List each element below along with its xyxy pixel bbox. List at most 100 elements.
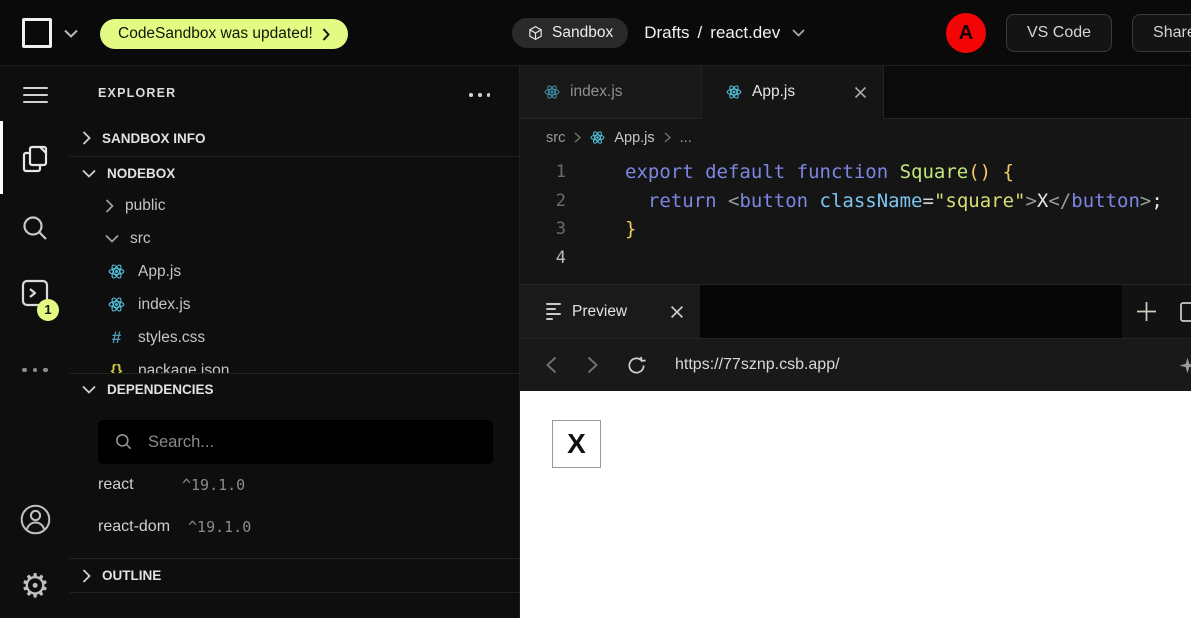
open-in-new-window-button[interactable] [1179,301,1191,323]
header-center: Sandbox Drafts / react.dev [512,0,805,66]
tree-item-package-json[interactable]: {} package.json [70,354,519,373]
explorer-more-actions-button[interactable] [467,86,493,100]
preview-actions [1122,285,1191,338]
square-game-button[interactable]: X [552,420,601,468]
section-sandbox-info[interactable]: SANDBOX INFO [70,120,519,156]
devtools-count-badge: 1 [37,299,59,321]
code-editor[interactable]: 1export default function Square() {2 ret… [520,156,1191,284]
share-button[interactable]: Share [1132,14,1191,52]
sandbox-badge[interactable]: Sandbox [512,18,628,48]
account-icon [19,503,52,536]
tree-item-app-js[interactable]: App.js [70,255,519,288]
react-icon [544,84,560,100]
cube-icon [527,24,544,42]
explorer-title: EXPLORER [98,86,176,100]
sparkle-icon[interactable] [1178,356,1191,380]
css-icon: # [108,328,125,348]
line-number: 2 [520,191,592,211]
section-nodebox[interactable]: NODEBOX [70,157,519,189]
json-icon: {} [108,362,125,373]
dependency-search-input[interactable] [146,432,477,453]
explorer-view-button[interactable] [0,124,70,194]
chevron-down-icon[interactable] [64,29,78,38]
react-icon [108,296,125,313]
hamburger-icon [23,82,48,108]
close-icon [670,305,684,319]
preview-viewport: X [520,391,1191,618]
code-line-text[interactable]: } [592,218,636,240]
section-dependencies[interactable]: DEPENDENCIES [70,374,519,404]
devtools-view-button[interactable]: 1 [0,262,70,328]
chevron-down-icon [105,234,119,243]
tree-clip: {} package.json [70,354,519,373]
forward-button[interactable] [587,356,598,374]
project-breadcrumb[interactable]: Drafts / react.dev [644,23,805,43]
breadcrumb-file[interactable]: App.js [614,130,654,146]
close-preview-button[interactable] [670,305,684,319]
preview-tab-bar: Preview [520,284,1191,338]
section-outline[interactable]: OUTLINE [70,559,519,592]
add-devtool-button[interactable] [1136,301,1157,322]
tab-label: index.js [570,83,623,101]
refresh-button[interactable] [626,355,647,376]
code-line[interactable]: 4 [520,244,1191,273]
tree-item-label: index.js [138,296,191,314]
react-icon [590,130,605,145]
section-label: DEPENDENCIES [107,382,214,397]
code-line-text[interactable]: export default function Square() { [592,161,1014,183]
section-label: NODEBOX [107,166,175,181]
main-menu-button[interactable] [0,66,70,124]
dependency-name: react [98,476,164,494]
explorer-sidebar: EXPLORER SANDBOX INFO NODEBOX public src… [70,66,520,618]
line-number: 1 [520,162,592,182]
code-line[interactable]: 2 return <button className="square">X</b… [520,187,1191,216]
chevron-down-icon [82,385,96,394]
update-banner-button[interactable]: CodeSandbox was updated! [100,19,348,49]
tree-item-public[interactable]: public [70,189,519,222]
workspace-name: Drafts [644,23,689,43]
dependency-row-react-dom[interactable]: react-dom ^19.1.0 [70,506,519,548]
more-views-button[interactable] [0,328,70,408]
preview-url-bar: https://77sznp.csb.app/ [520,338,1191,391]
breadcrumb-more[interactable]: ... [680,130,692,146]
codesandbox-logo-icon[interactable] [22,18,52,48]
tree-item-src[interactable]: src [70,222,519,255]
search-view-button[interactable] [0,194,70,262]
chevron-down-icon [82,169,96,178]
tree-item-index-js[interactable]: index.js [70,288,519,321]
editor-panel: index.js App.js src App.js ... [520,66,1191,618]
chevron-down-icon[interactable] [792,29,805,37]
dependency-version: ^19.1.0 [188,518,251,536]
chevron-right-icon [82,569,91,583]
search-icon [20,213,50,243]
chevron-right-icon [664,132,671,143]
tab-label: Preview [572,303,627,321]
line-number: 3 [520,219,592,239]
tab-index-js[interactable]: index.js [520,66,702,119]
update-banner-label: CodeSandbox was updated! [118,25,313,43]
open-in-vscode-button[interactable]: VS Code [1006,14,1112,52]
avatar[interactable]: A [946,13,986,53]
tab-bar-empty-space [884,66,1191,119]
workspace-menu[interactable] [22,0,78,66]
code-line[interactable]: 1export default function Square() { [520,158,1191,187]
tab-app-js[interactable]: App.js [702,66,884,119]
tree-item-label: package.json [138,362,229,374]
settings-button[interactable]: ⚙ [0,552,70,618]
code-line-text[interactable]: return <button className="square">X</but… [592,190,1163,212]
window-frame-icon [1179,301,1191,323]
tab-preview[interactable]: Preview [520,285,700,338]
breadcrumb-folder[interactable]: src [546,130,565,146]
tab-label: App.js [752,83,795,101]
dependency-row-react[interactable]: react ^19.1.0 [70,464,519,506]
close-tab-button[interactable] [854,86,867,99]
tree-item-label: App.js [138,263,181,281]
back-button[interactable] [546,356,557,374]
tree-item-styles-css[interactable]: # styles.css [70,321,519,354]
code-line[interactable]: 3} [520,215,1191,244]
chevron-left-icon [546,356,557,374]
divider [70,592,519,593]
account-button[interactable] [0,486,70,552]
dependency-search [98,420,493,464]
address-bar[interactable]: https://77sznp.csb.app/ [675,356,840,374]
